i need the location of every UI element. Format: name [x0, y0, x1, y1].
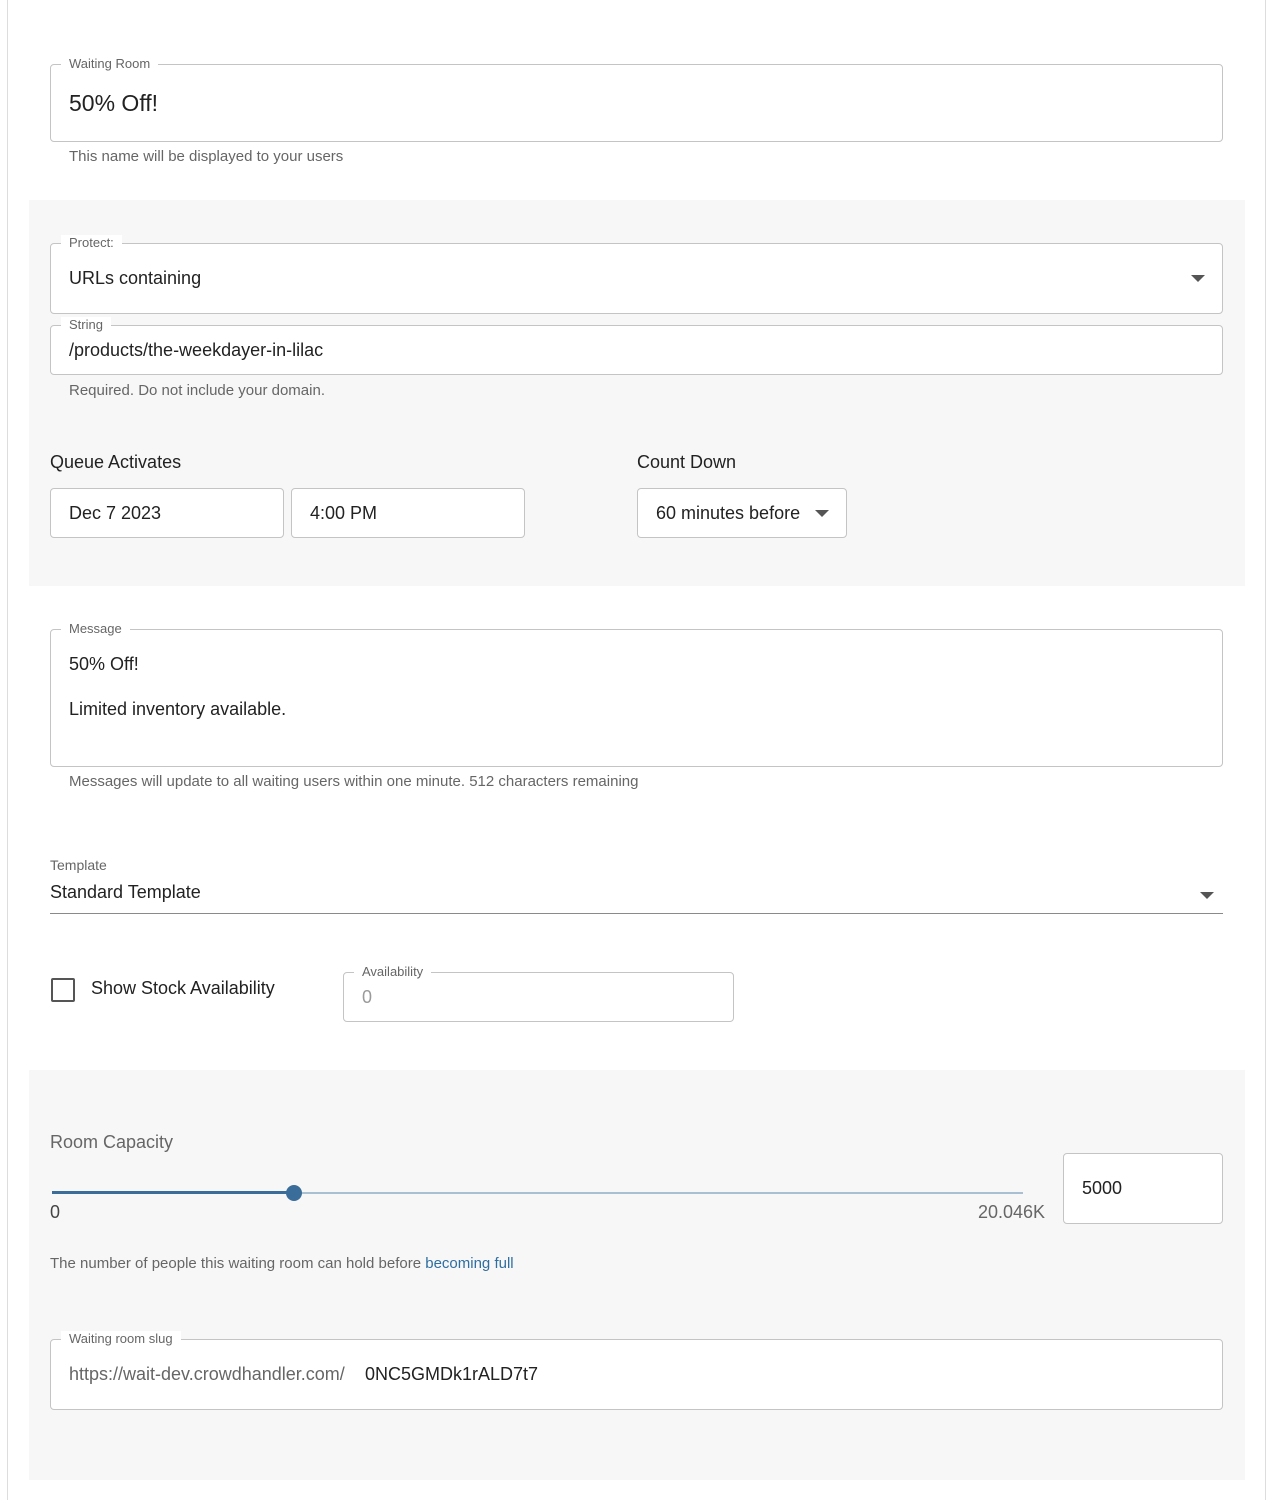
string-field[interactable]: String /products/the-weekdayer-in-lilac	[50, 317, 1223, 375]
slug-value: 0NC5GMDk1rALD7t7	[365, 1364, 539, 1384]
capacity-input-value: 5000	[1082, 1178, 1123, 1198]
message-line-1: 50% Off!	[69, 654, 139, 674]
string-helper: Required. Do not include your domain.	[69, 382, 325, 399]
template-label: Template	[50, 857, 107, 873]
queue-time-value: 4:00 PM	[310, 503, 378, 523]
show-stock-checkbox[interactable]	[51, 978, 75, 1002]
slug-legend: Waiting room slug	[61, 1331, 181, 1347]
message-helper: Messages will update to all waiting user…	[69, 773, 639, 790]
string-value: /products/the-weekdayer-in-lilac	[69, 340, 324, 360]
protect-value: URLs containing	[69, 268, 202, 288]
capacity-slider[interactable]	[52, 1180, 1023, 1206]
string-legend: String	[61, 317, 111, 333]
message-textarea[interactable]: Message 50% Off! Limited inventory avail…	[50, 621, 1223, 767]
availability-legend: Availability	[354, 964, 432, 980]
chevron-down-icon	[815, 510, 829, 517]
becoming-full-link[interactable]: becoming full	[425, 1255, 513, 1272]
capacity-helper-text: The number of people this waiting room c…	[50, 1255, 422, 1272]
count-down-value: 60 minutes before	[656, 503, 801, 523]
slider-thumb[interactable]	[286, 1185, 302, 1201]
message-legend: Message	[61, 621, 130, 637]
capacity-section	[29, 1070, 1245, 1480]
capacity-helper: The number of people this waiting room c…	[50, 1255, 514, 1272]
availability-placeholder: 0	[362, 987, 373, 1007]
queue-activates-label: Queue Activates	[50, 452, 182, 472]
count-down-label: Count Down	[637, 452, 737, 472]
slider-min-label: 0	[50, 1202, 61, 1222]
protect-legend: Protect:	[61, 235, 122, 251]
waiting-room-legend: Waiting Room	[61, 56, 159, 72]
room-capacity-label: Room Capacity	[50, 1132, 174, 1152]
waiting-room-helper: This name will be displayed to your user…	[69, 148, 344, 165]
queue-date-value: Dec 7 2023	[69, 503, 162, 523]
template-value: Standard Template	[50, 882, 201, 902]
waiting-room-slug-field[interactable]: Waiting room slug https://wait-dev.crowd…	[50, 1331, 1223, 1410]
availability-input[interactable]: Availability 0	[343, 964, 734, 1022]
show-stock-label[interactable]: Show Stock Availability	[91, 978, 275, 999]
slug-prefix: https://wait-dev.crowdhandler.com/	[69, 1364, 345, 1384]
chevron-down-icon	[1191, 275, 1205, 282]
waiting-room-name-field[interactable]: Waiting Room 50% Off!	[50, 56, 1223, 142]
chevron-down-icon	[1200, 892, 1214, 899]
waiting-room-name-value: 50% Off!	[69, 90, 159, 116]
slider-track	[52, 1191, 294, 1194]
queue-date-input[interactable]: Dec 7 2023	[50, 488, 284, 538]
template-select[interactable]: Standard Template	[50, 876, 1223, 914]
message-line-2: Limited inventory available.	[69, 699, 287, 719]
protect-select[interactable]: Protect: URLs containing	[50, 235, 1223, 314]
queue-time-input[interactable]: 4:00 PM	[291, 488, 525, 538]
count-down-select[interactable]: 60 minutes before	[637, 488, 847, 538]
slider-max-label: 20.046K	[978, 1202, 1046, 1222]
capacity-input[interactable]: 5000	[1063, 1153, 1223, 1224]
